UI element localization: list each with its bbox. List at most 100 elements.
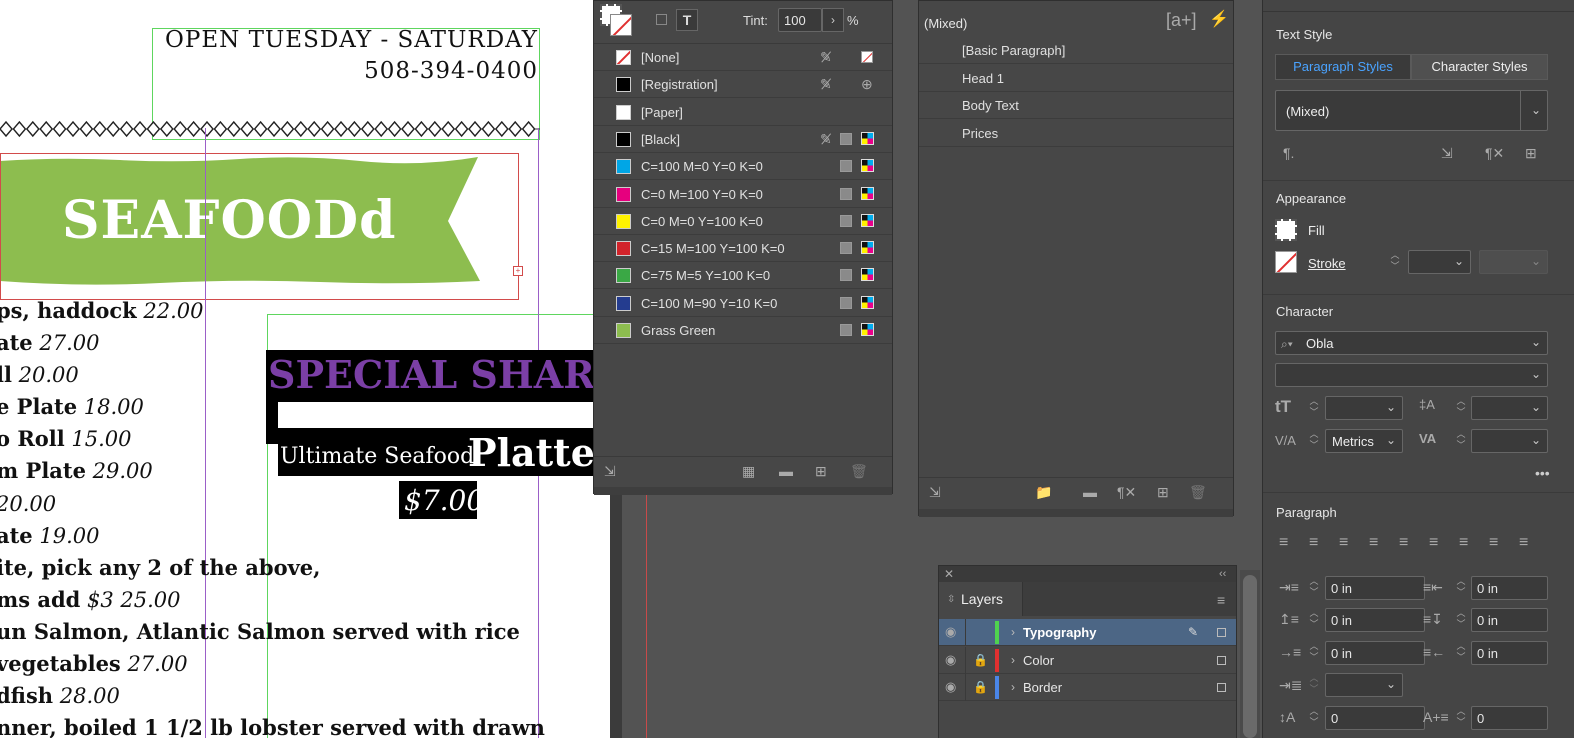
kerning-dropdown[interactable]: Metrics ⌄	[1325, 429, 1403, 453]
delete-swatch-icon[interactable]: 🗑	[850, 464, 868, 478]
tint-input[interactable]: 100	[778, 8, 822, 32]
lightning-icon[interactable]: ⚡	[1209, 12, 1229, 28]
clear-override-icon[interactable]: ¶✕	[1485, 146, 1504, 160]
new-group-folder-icon[interactable]: ▬	[779, 464, 793, 478]
swatch-row[interactable]: C=75 M=5 Y=100 K=0	[594, 262, 892, 290]
swatch-row[interactable]: C=100 M=90 Y=10 K=0	[594, 290, 892, 317]
lock-icon[interactable]: 🔒	[973, 680, 988, 694]
leading-dropdown[interactable]: ⌄	[1471, 396, 1548, 420]
swatch-row[interactable]: [None] ✎̸	[594, 44, 892, 71]
justify-all-icon[interactable]: ≡	[1459, 535, 1468, 551]
last-line-indent-stepper[interactable]: ︿ ﹀	[1453, 641, 1469, 665]
justify-center-icon[interactable]: ≡	[1399, 535, 1408, 551]
right-indent-stepper[interactable]: ︿ ﹀	[1453, 576, 1469, 600]
resize-grip[interactable]	[594, 487, 892, 495]
pilcrow-icon[interactable]: ¶.	[1283, 146, 1294, 160]
paragraph-style-row[interactable]: [Basic Paragraph]	[919, 37, 1233, 64]
stroke-weight-stepper[interactable]: ︿ ﹀	[1387, 250, 1403, 274]
left-indent-stepper[interactable]: ︿ ﹀	[1306, 576, 1322, 600]
resize-grip[interactable]	[919, 509, 1233, 517]
tracking-stepper[interactable]: ︿ ﹀	[1453, 429, 1469, 453]
panel-menu-icon[interactable]: ≡	[1217, 593, 1225, 607]
new-style-icon[interactable]: ⊞	[1157, 485, 1169, 499]
swatch-row[interactable]: [Paper]	[594, 99, 892, 126]
first-line-indent-stepper[interactable]: ︿ ﹀	[1306, 641, 1322, 665]
tracking-dropdown[interactable]: ⌄	[1471, 429, 1548, 453]
text-format-icon[interactable]: T	[676, 9, 698, 31]
swatch-view-icon[interactable]: ▦	[742, 464, 755, 478]
eye-icon[interactable]: ◉	[945, 680, 956, 694]
clear-overrides-icon[interactable]: ¶✕	[1117, 485, 1136, 499]
layer-row[interactable]: ◉ › Typography ✎	[939, 619, 1236, 646]
create-style-icon[interactable]: ⊞	[1525, 146, 1537, 160]
chevron-right-icon[interactable]: ›	[1011, 653, 1015, 667]
stroke-weight-dropdown[interactable]: ⌄	[1408, 250, 1471, 274]
drop-cap-lines-stepper[interactable]: ︿ ﹀	[1306, 706, 1322, 730]
swatch-row[interactable]: C=100 M=0 Y=0 K=0	[594, 153, 892, 181]
align-away-spine-icon[interactable]: ≡	[1519, 535, 1528, 551]
space-before-input[interactable]: 0 in	[1325, 608, 1425, 632]
left-indent-input[interactable]: 0 in	[1325, 576, 1425, 600]
overset-port[interactable]: +	[513, 266, 523, 276]
layer-row[interactable]: ◉ 🔒 › Border	[939, 674, 1236, 701]
eye-icon[interactable]: ◉	[945, 625, 956, 639]
align-left-icon[interactable]: ≡	[1279, 535, 1288, 551]
delete-style-icon[interactable]: 🗑	[1189, 485, 1207, 499]
layer-select-square[interactable]	[1217, 628, 1226, 637]
load-style-icon[interactable]: ⇲	[1441, 146, 1453, 160]
align-center-icon[interactable]: ≡	[1309, 535, 1318, 551]
paragraph-style-row[interactable]: Prices	[919, 120, 1233, 147]
justify-right-icon[interactable]: ≡	[1429, 535, 1438, 551]
paragraph-style-dropdown[interactable]: (Mixed) ⌄	[1275, 90, 1548, 131]
leading-stepper[interactable]: ︿ ﹀	[1453, 396, 1469, 420]
grid-stepper[interactable]: ︿ ﹀	[1306, 673, 1322, 697]
layer-row[interactable]: ◉ 🔒 › Color	[939, 646, 1236, 674]
close-icon[interactable]: ✕	[944, 567, 954, 581]
layers-tab[interactable]: ⇳ Layers	[939, 582, 1023, 616]
first-line-indent-input[interactable]: 0 in	[1325, 641, 1425, 665]
chevron-right-icon[interactable]: ›	[1011, 625, 1015, 639]
swatch-row[interactable]: C=0 M=0 Y=100 K=0	[594, 208, 892, 235]
font-size-dropdown[interactable]: ⌄	[1325, 396, 1403, 420]
drop-cap-lines-input[interactable]: 0	[1325, 706, 1425, 730]
layers-title-bar[interactable]: ✕ ‹‹	[939, 566, 1236, 582]
scrollbar-thumb[interactable]	[1243, 575, 1257, 738]
align-towards-spine-icon[interactable]: ≡	[1489, 535, 1498, 551]
tab-paragraph-styles[interactable]: Paragraph Styles	[1275, 54, 1411, 80]
font-style-dropdown[interactable]: ⌄	[1275, 363, 1548, 387]
kerning-stepper[interactable]: ︿ ﹀	[1306, 429, 1322, 453]
last-line-indent-input[interactable]: 0 in	[1471, 641, 1548, 665]
paragraph-style-row[interactable]: Head 1	[919, 65, 1233, 92]
swatch-row[interactable]: C=0 M=100 Y=0 K=0	[594, 181, 892, 208]
tint-slider-button[interactable]: ›	[822, 8, 844, 32]
load-styles-icon[interactable]: ⇲	[929, 485, 941, 499]
folder-icon[interactable]: ▬	[1083, 485, 1097, 499]
drop-cap-chars-input[interactable]: 0	[1471, 706, 1548, 730]
fill-icon[interactable]	[1275, 219, 1297, 241]
justify-left-icon[interactable]: ≡	[1369, 535, 1378, 551]
layer-select-square[interactable]	[1217, 683, 1226, 692]
stroke-none-icon[interactable]	[1275, 251, 1297, 273]
swatch-row[interactable]: Grass Green	[594, 317, 892, 344]
eye-icon[interactable]: ◉	[945, 652, 956, 667]
stroke-label[interactable]: Stroke	[1308, 256, 1346, 271]
align-right-icon[interactable]: ≡	[1339, 535, 1348, 551]
space-before-stepper[interactable]: ︿ ﹀	[1306, 608, 1322, 632]
fill-stroke-proxy-icon[interactable]	[600, 4, 634, 38]
drop-cap-chars-stepper[interactable]: ︿ ﹀	[1453, 706, 1469, 730]
font-family-dropdown[interactable]: ⌕▾ Obla ⌄	[1275, 331, 1548, 355]
space-after-stepper[interactable]: ︿ ﹀	[1453, 608, 1469, 632]
import-icon[interactable]: ⇲	[604, 464, 616, 478]
new-swatch-icon[interactable]: ⊞	[815, 464, 827, 478]
grid-dropdown[interactable]: ⌄	[1325, 673, 1403, 697]
document-page[interactable]: OPEN TUESDAY - SATURDAY 508-394-0400 + S…	[0, 0, 610, 738]
tab-character-styles[interactable]: Character Styles	[1411, 54, 1548, 80]
more-options-icon[interactable]: •••	[1535, 466, 1550, 480]
swatch-row[interactable]: [Registration] ✎̸ ⊕	[594, 71, 892, 99]
new-style-group-icon[interactable]: 📁	[1035, 485, 1052, 499]
stroke-type-dropdown[interactable]: ⌄	[1479, 250, 1548, 274]
quick-apply-style-icon[interactable]: [a+]	[1166, 11, 1197, 29]
right-indent-input[interactable]: 0 in	[1471, 576, 1548, 600]
lock-icon[interactable]: 🔒	[973, 653, 988, 667]
collapse-icon[interactable]: ‹‹	[1219, 567, 1226, 581]
